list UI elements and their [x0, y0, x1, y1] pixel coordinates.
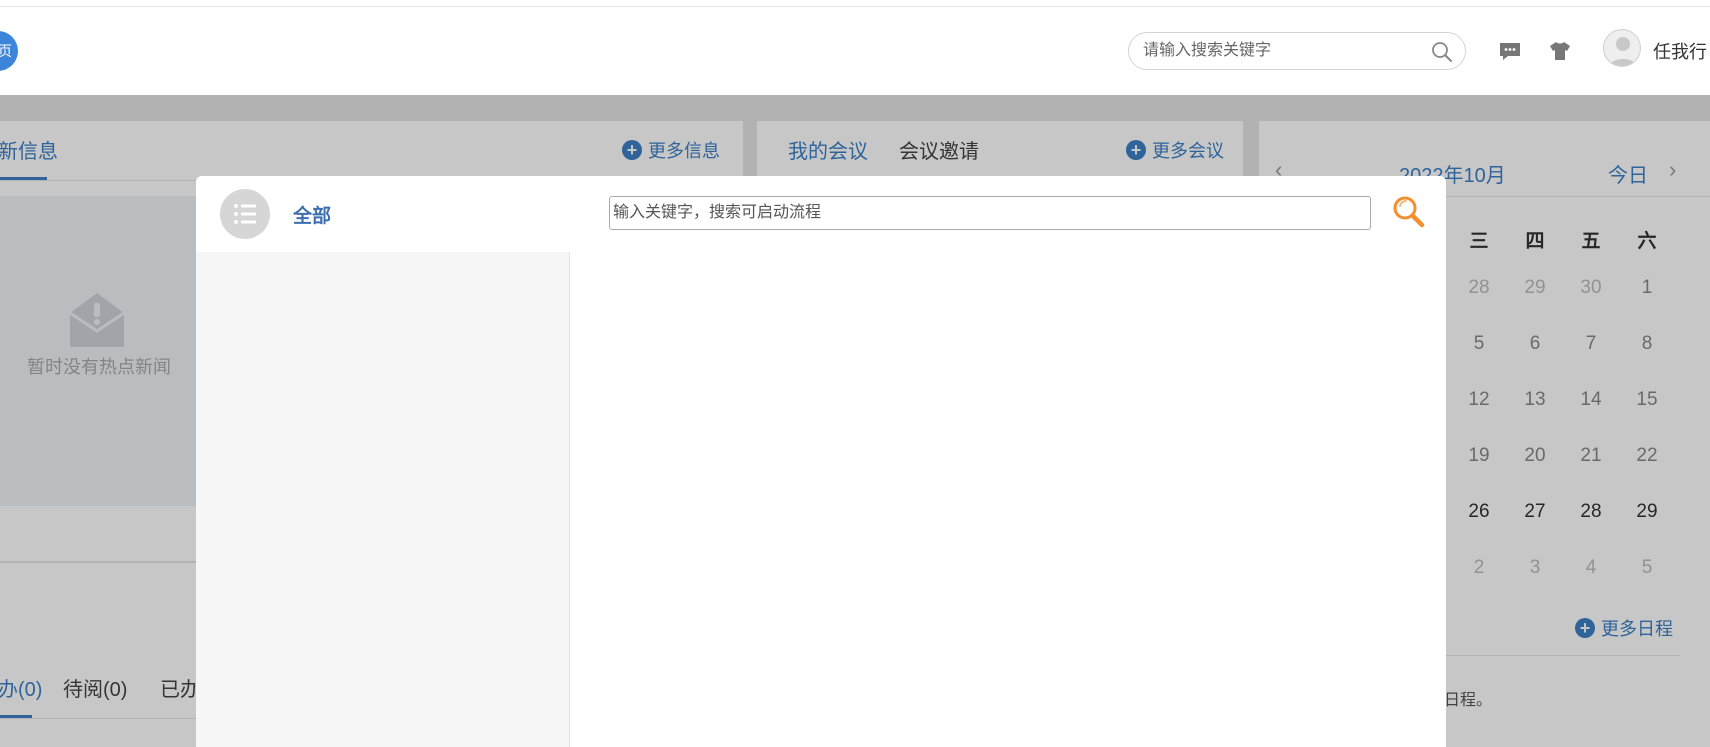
app-header: 页 任我行 — [0, 7, 1710, 95]
process-picker-modal: 全部 — [196, 176, 1446, 747]
process-search-box — [609, 196, 1371, 230]
global-search — [1128, 32, 1466, 70]
category-sidebar: 全部 — [196, 176, 570, 747]
list-icon — [220, 189, 270, 239]
message-icon[interactable] — [1498, 40, 1522, 62]
global-search-input[interactable] — [1143, 41, 1423, 61]
user-avatar-icon — [1609, 37, 1637, 66]
home-button[interactable]: 页 — [0, 31, 18, 71]
category-label-all: 全部 — [293, 206, 332, 227]
category-item-all[interactable]: 全部 — [196, 176, 570, 252]
search-icon[interactable] — [1431, 41, 1453, 63]
username[interactable]: 任我行 — [1653, 38, 1707, 64]
shirt-icon[interactable] — [1548, 40, 1572, 62]
top-border — [0, 0, 1710, 7]
process-search-input[interactable] — [613, 203, 1353, 223]
search-icon[interactable] — [1391, 194, 1427, 230]
avatar[interactable] — [1603, 29, 1641, 67]
